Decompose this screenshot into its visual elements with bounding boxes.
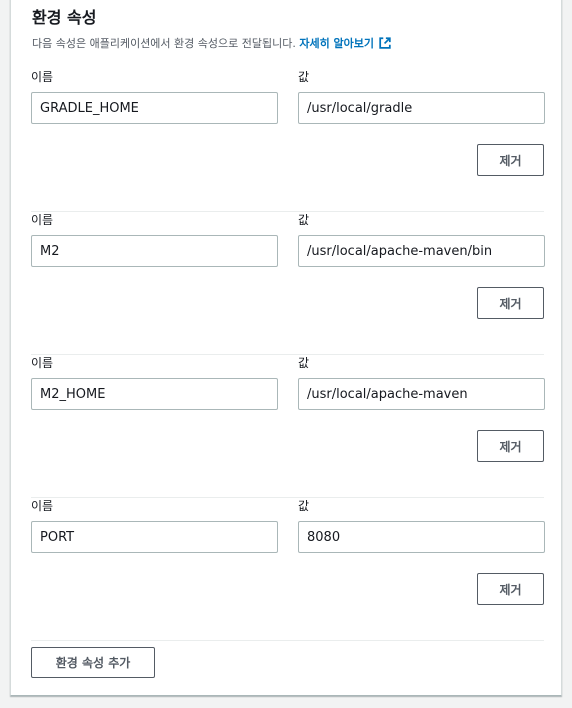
description-text: 다음 속성은 애플리케이션에서 환경 속성으로 전달됩니다. [32, 37, 296, 50]
property-name-input[interactable] [31, 378, 278, 410]
name-label: 이름 [31, 213, 54, 227]
add-environment-property-button[interactable]: 환경 속성 추가 [31, 647, 155, 678]
section-description: 다음 속성은 애플리케이션에서 환경 속성으로 전달됩니다. 자세히 알아보기 [32, 35, 392, 51]
remove-property-button[interactable]: 제거 [477, 430, 544, 462]
name-label: 이름 [31, 356, 54, 370]
remove-property-button[interactable]: 제거 [477, 144, 544, 176]
property-name-input[interactable] [31, 235, 278, 267]
section-title: 환경 속성 [32, 8, 97, 27]
name-label: 이름 [31, 499, 54, 513]
property-name-input[interactable] [31, 92, 278, 124]
value-label: 값 [298, 356, 310, 370]
property-value-input[interactable] [298, 378, 545, 410]
external-link-icon [379, 37, 391, 49]
environment-properties-panel: 환경 속성 다음 속성은 애플리케이션에서 환경 속성으로 전달됩니다. 자세히… [10, 0, 562, 696]
property-row: 이름 값 제거 [31, 68, 545, 212]
remove-property-button[interactable]: 제거 [477, 573, 544, 605]
property-value-input[interactable] [298, 521, 545, 553]
value-label: 값 [298, 213, 310, 227]
remove-property-button[interactable]: 제거 [477, 287, 544, 319]
property-value-input[interactable] [298, 235, 545, 267]
property-value-input[interactable] [298, 92, 545, 124]
property-name-input[interactable] [31, 521, 278, 553]
name-label: 이름 [31, 70, 54, 84]
learn-more-link[interactable]: 자세히 알아보기 [299, 37, 392, 50]
property-row: 이름 값 제거 [31, 354, 545, 498]
property-row: 이름 값 제거 [31, 211, 545, 355]
value-label: 값 [298, 70, 310, 84]
value-label: 값 [298, 499, 310, 513]
property-row: 이름 값 제거 [31, 497, 545, 641]
learn-more-label: 자세히 알아보기 [299, 37, 375, 50]
